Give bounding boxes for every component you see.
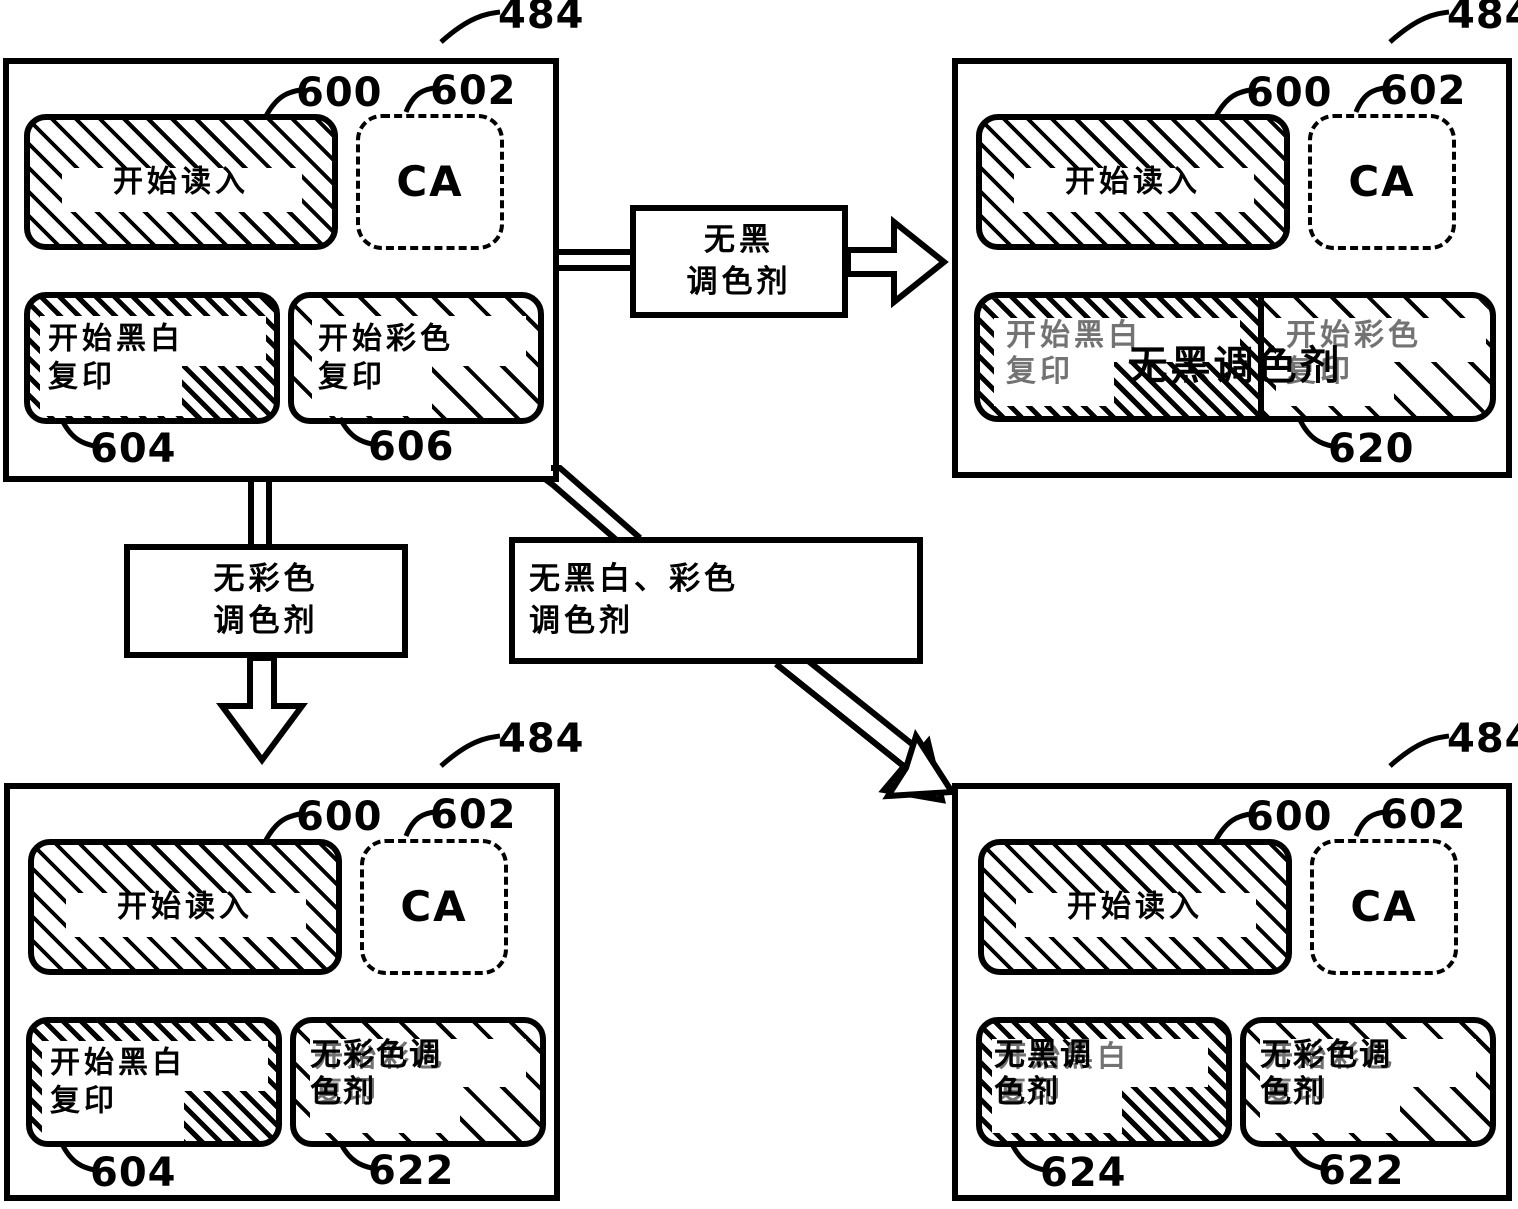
no-black-toner-overlay: 无黑调色剂 [1127,343,1343,389]
leader-604-tl [59,418,96,449]
leader-600-tr [1213,87,1251,118]
leader-484-bl [439,733,501,768]
leader-624-br [1009,1142,1046,1173]
arrow-no-color-down [216,655,308,766]
leader-604-bl [59,1142,96,1173]
msg-no-black-toner: 无黑 调色剂 [630,205,848,318]
leader-484-tl [439,9,501,44]
leader-606-tl [337,416,373,447]
arrow-no-black-right [845,215,949,309]
no-color-toner-overlay: 无彩色调 色剂 [310,1037,442,1111]
msg-no-color-toner-label: 无彩色 调色剂 [213,561,319,639]
connector-no-color-down [248,480,272,545]
figure-canvas: 开始读入 CA 开始黑白 复印 开始彩色 复印 484 600 602 604 … [0,0,1518,1209]
leader-484-br [1388,733,1450,768]
arrow-no-bw-color-diag [774,645,958,804]
leader-602-tl [403,85,435,113]
connector-no-bw-color-diag [543,465,642,546]
connector-no-black-left [558,249,630,271]
leader-600-tl [263,87,301,118]
leader-602-bl [403,809,435,837]
leader-622-bl [337,1140,373,1171]
msg-no-bw-color-toner: 无黑白、彩色 调色剂 [509,537,923,664]
leader-602-tr [1353,85,1385,113]
leader-484-tr [1388,9,1450,44]
leader-602-br [1353,809,1385,837]
leader-600-br [1213,811,1251,842]
no-color-toner-overlay: 无彩色调 色剂 [1260,1037,1392,1111]
no-black-toner-overlay: 无黑调 色剂 [994,1037,1093,1111]
leader-620-tr [1297,418,1333,449]
msg-no-bw-color-toner-label: 无黑白、彩色 调色剂 [529,560,739,639]
msg-no-color-toner: 无彩色 调色剂 [124,544,408,658]
leader-622-br [1287,1140,1323,1171]
msg-no-black-toner-label: 无黑 调色剂 [686,221,792,300]
leader-600-bl [263,811,301,842]
